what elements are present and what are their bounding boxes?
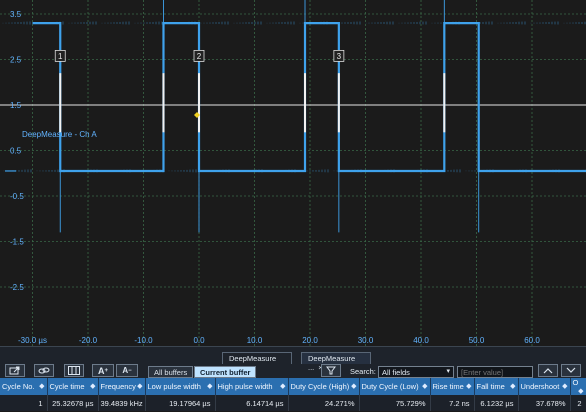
sort-icon[interactable]: ◆ bbox=[207, 382, 212, 390]
sort-icon[interactable]: ◆ bbox=[90, 382, 95, 390]
sort-icon[interactable]: ◆ bbox=[510, 382, 515, 390]
column-header[interactable]: Duty Cycle (Low) ◆ bbox=[359, 378, 431, 395]
grid-lines bbox=[0, 0, 586, 346]
x-tick-label: 50.0 bbox=[469, 336, 485, 345]
x-tick-label: 0.0 bbox=[193, 336, 205, 345]
y-tick-label: 2.5 bbox=[10, 56, 22, 65]
waveform-plot[interactable]: 1 2 3 3.5 2.5 1.5 0.5 -0.5 -1.5 -2.5 -30.0 µs -20… bbox=[0, 0, 586, 346]
search-field-select[interactable]: All fields ▾ bbox=[378, 366, 454, 378]
table-cell: 7.2 ns bbox=[430, 395, 475, 411]
x-tick-label: 10.0 bbox=[247, 336, 263, 345]
column-header-label: Cycle time bbox=[49, 382, 85, 391]
x-tick-label: -20.0 bbox=[79, 336, 98, 345]
column-header-label: Cycle No. bbox=[2, 382, 35, 391]
sort-icon[interactable]: ◆ bbox=[280, 382, 285, 390]
table-cell: 39.4839 kHz bbox=[98, 395, 146, 411]
table-cell: 1 bbox=[0, 395, 48, 411]
all-buffers-button[interactable]: All buffers bbox=[148, 366, 194, 378]
filter-icon[interactable] bbox=[321, 364, 341, 377]
y-tick-label: -2.5 bbox=[10, 283, 24, 292]
column-header[interactable]: O ◆ bbox=[570, 378, 586, 395]
column-header[interactable]: Frequency ◆ bbox=[98, 378, 146, 395]
channel-label: DeepMeasure - Ch A bbox=[22, 130, 97, 139]
sort-icon[interactable]: ◆ bbox=[562, 382, 567, 390]
table-cell: 19.17964 µs bbox=[145, 395, 216, 411]
sort-icon[interactable]: ◆ bbox=[39, 382, 44, 390]
measurements-table: Cycle No. ◆ Cycle time ◆ Frequency ◆ Low pulse… bbox=[0, 378, 586, 411]
column-header[interactable]: Rise time ◆ bbox=[430, 378, 475, 395]
search-input[interactable] bbox=[457, 366, 533, 378]
column-header[interactable]: Low pulse width ◆ bbox=[145, 378, 216, 395]
x-tick-label: -30.0 µs bbox=[18, 336, 47, 345]
column-header-label: Undershoot bbox=[520, 382, 560, 391]
column-header-label: Duty Cycle (High) bbox=[290, 382, 350, 391]
y-tick-label: -1.5 bbox=[10, 238, 24, 247]
deepmeasure-toolbar: A+ A− DeepMeasure ...× DeepMeasure ...× … bbox=[0, 346, 586, 378]
sort-icon[interactable]: ◆ bbox=[466, 382, 471, 390]
column-header-label: Frequency bbox=[100, 382, 136, 391]
y-tick-label: 0.5 bbox=[10, 147, 22, 156]
table-cell: 2 bbox=[570, 395, 586, 411]
table-cell: 6.1232 µs bbox=[474, 395, 519, 411]
column-header-label: Fall time bbox=[476, 382, 505, 391]
column-header[interactable]: High pulse width ◆ bbox=[215, 378, 289, 395]
column-header[interactable]: Cycle time ◆ bbox=[47, 378, 99, 395]
x-axis-ticks: -30.0 µs -20.0 -10.0 0.0 10.0 20.0 30.0 40.0 50.… bbox=[18, 336, 540, 345]
search-label: Search: bbox=[350, 367, 376, 376]
link-icon[interactable] bbox=[34, 364, 54, 377]
x-tick-label: 20.0 bbox=[302, 336, 318, 345]
export-icon[interactable] bbox=[5, 364, 25, 377]
column-header-label: Rise time bbox=[432, 382, 464, 391]
y-tick-label: 3.5 bbox=[10, 10, 22, 19]
sort-icon[interactable]: ◆ bbox=[578, 387, 583, 395]
column-header-label: High pulse width bbox=[217, 382, 273, 391]
table-cell: 24.271% bbox=[288, 395, 360, 411]
chevron-down-icon: ▾ bbox=[446, 368, 450, 375]
sort-icon[interactable]: ◆ bbox=[351, 382, 356, 390]
current-buffer-button[interactable]: Current buffer bbox=[194, 366, 257, 378]
search-field-value: All fields bbox=[382, 368, 410, 377]
table-cell: 75.729% bbox=[359, 395, 431, 411]
sort-icon[interactable]: ◆ bbox=[137, 382, 142, 390]
x-tick-label: 30.0 bbox=[358, 336, 374, 345]
y-tick-label: -0.5 bbox=[10, 192, 24, 201]
y-axis-ticks: 3.5 2.5 1.5 0.5 -0.5 -1.5 -2.5 bbox=[5, 10, 24, 292]
table-header-row: Cycle No. ◆ Cycle time ◆ Frequency ◆ Low pulse… bbox=[0, 378, 586, 395]
waveform-canvas[interactable]: 1 2 3 3.5 2.5 1.5 0.5 -0.5 -1.5 -2.5 -30.0 µs -20… bbox=[0, 0, 586, 346]
column-header[interactable]: Cycle No. ◆ bbox=[0, 378, 48, 395]
table-cell: 37.678% bbox=[518, 395, 571, 411]
table-cell: 6.14714 µs bbox=[215, 395, 289, 411]
chevron-up-icon[interactable] bbox=[538, 364, 558, 377]
cycle-number-label: 2 bbox=[197, 52, 202, 61]
column-header-label: Low pulse width bbox=[147, 382, 201, 391]
cycle-markers: 1 2 3 bbox=[54, 50, 446, 133]
column-header[interactable]: Duty Cycle (High) ◆ bbox=[288, 378, 360, 395]
sort-icon[interactable]: ◆ bbox=[422, 382, 427, 390]
font-increase-button[interactable]: A + bbox=[92, 364, 114, 377]
table-cell: 25.32678 µs bbox=[47, 395, 99, 411]
column-header[interactable]: Undershoot ◆ bbox=[518, 378, 571, 395]
tab-deepmeasure-1[interactable]: DeepMeasure ...× bbox=[222, 352, 292, 372]
table-body: 1 25.32678 µs 39.4839 kHz 19.17964 µs 6.1471… bbox=[0, 395, 586, 411]
x-tick-label: 40.0 bbox=[413, 336, 429, 345]
font-decrease-button[interactable]: A − bbox=[116, 364, 138, 377]
tab-deepmeasure-2[interactable]: DeepMeasure ...× bbox=[301, 352, 371, 372]
chevron-down-icon[interactable] bbox=[561, 364, 581, 377]
cycle-number-label: 3 bbox=[337, 52, 342, 61]
table-row[interactable]: 1 25.32678 µs 39.4839 kHz 19.17964 µs 6.1471… bbox=[0, 395, 586, 411]
x-tick-label: 60.0 bbox=[524, 336, 540, 345]
trace-path bbox=[32, 22, 586, 173]
column-header-label: Duty Cycle (Low) bbox=[361, 382, 419, 391]
column-header[interactable]: Fall time ◆ bbox=[474, 378, 519, 395]
column-header-label: O bbox=[572, 378, 579, 387]
y-tick-label: 1.5 bbox=[10, 101, 22, 110]
x-tick-label: -10.0 bbox=[134, 336, 153, 345]
columns-icon[interactable] bbox=[64, 364, 84, 377]
cycle-number-label: 1 bbox=[58, 52, 63, 61]
